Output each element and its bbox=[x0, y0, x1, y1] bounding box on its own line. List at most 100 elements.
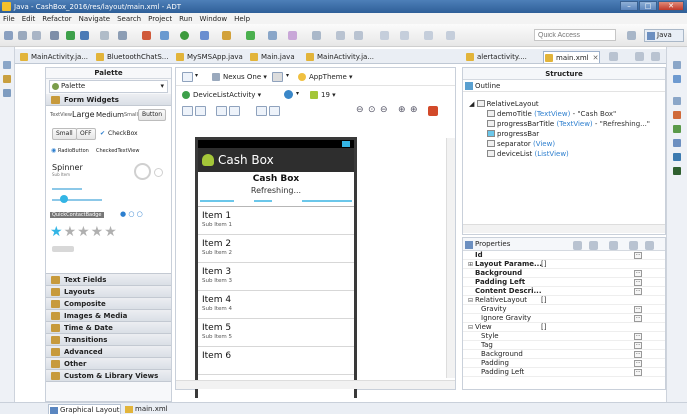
skip-breakpoints-icon[interactable] bbox=[160, 31, 169, 40]
property-row[interactable]: Background ··· bbox=[463, 350, 665, 359]
property-row[interactable]: Content Descri... ··· bbox=[463, 287, 665, 296]
property-row[interactable]: ⊟ View[] bbox=[463, 323, 665, 332]
tree-node-devicelist[interactable]: deviceList (ListView) bbox=[487, 150, 569, 159]
property-row[interactable]: Tag ··· bbox=[463, 341, 665, 350]
tab-mainactivity-2[interactable]: MainActivity.ja... bbox=[305, 51, 374, 63]
print-icon[interactable] bbox=[50, 31, 59, 40]
back-icon[interactable] bbox=[380, 31, 389, 40]
baseline-icon[interactable] bbox=[269, 106, 280, 116]
canvas-vertical-scrollbar[interactable] bbox=[446, 138, 455, 378]
config-icon[interactable] bbox=[182, 72, 193, 82]
new-android-project-icon[interactable] bbox=[118, 31, 127, 40]
task-list-icon[interactable] bbox=[673, 75, 681, 83]
logcat-icon[interactable] bbox=[673, 167, 681, 175]
progress-bar-title-text[interactable]: Refreshing... bbox=[198, 186, 354, 195]
edit-value-button[interactable]: ··· bbox=[634, 252, 642, 259]
tab-main-xml-source[interactable]: main.xml bbox=[124, 404, 168, 414]
edit-value-button[interactable]: ··· bbox=[634, 351, 642, 358]
property-row[interactable]: Ignore Gravity ··· bbox=[463, 314, 665, 323]
widget-button[interactable]: Button bbox=[138, 109, 167, 121]
tree-node-relativelayout[interactable]: ◢ RelativeLayout bbox=[469, 100, 539, 109]
property-row[interactable]: Padding Left ··· bbox=[463, 278, 665, 287]
menu-run[interactable]: Run bbox=[179, 15, 192, 23]
locale-globe-icon[interactable] bbox=[284, 90, 293, 99]
property-row[interactable]: Gravity ··· bbox=[463, 305, 665, 314]
menu-project[interactable]: Project bbox=[148, 15, 172, 23]
palette-category-transitions[interactable]: Transitions bbox=[46, 334, 171, 346]
open-task-icon[interactable] bbox=[288, 31, 297, 40]
restore-icon[interactable] bbox=[673, 61, 681, 69]
zoom-real-icon[interactable]: ⊙ bbox=[368, 105, 376, 115]
menu-file[interactable]: File bbox=[3, 15, 15, 23]
outline-tab[interactable]: Outline bbox=[463, 80, 665, 92]
run-icon[interactable] bbox=[180, 31, 189, 40]
edit-value-button[interactable]: ··· bbox=[634, 306, 642, 313]
zoom-out-icon[interactable]: ⊖ bbox=[380, 105, 388, 115]
tree-node-progressbartitle[interactable]: progressBarTitle (TextView) - "Refreshin… bbox=[487, 120, 650, 129]
widget-spinner[interactable]: Spinner bbox=[52, 163, 83, 172]
demo-title-text[interactable]: Cash Box bbox=[198, 174, 354, 184]
palette-category-time-date[interactable]: Time & Date bbox=[46, 322, 171, 334]
chevron-down-icon[interactable]: ▾ bbox=[195, 72, 198, 79]
maximize-button[interactable]: □ bbox=[639, 1, 657, 11]
problems-icon[interactable] bbox=[673, 111, 681, 119]
external-tools-icon[interactable] bbox=[222, 31, 231, 40]
edit-value-button[interactable]: ··· bbox=[634, 270, 642, 277]
orientation-icon[interactable] bbox=[272, 72, 283, 82]
save-icon[interactable] bbox=[18, 31, 27, 40]
widget-ratingbar[interactable]: ★★★★★ bbox=[50, 224, 118, 240]
device-list[interactable]: Item 1 Sub Item 1 Item 2 Sub Item 2 Item 3… bbox=[198, 207, 354, 375]
properties-tab[interactable]: Properties bbox=[463, 238, 665, 251]
widget-small-button[interactable]: Small bbox=[52, 128, 77, 140]
package-explorer-icon[interactable] bbox=[3, 75, 11, 83]
device-selector[interactable]: Nexus One ▾ bbox=[212, 70, 267, 84]
margins-icon[interactable] bbox=[216, 106, 227, 116]
edit-value-button[interactable]: ··· bbox=[634, 333, 642, 340]
run-last-icon[interactable] bbox=[200, 31, 209, 40]
tab-graphical-layout[interactable]: Graphical Layout bbox=[48, 404, 121, 414]
widget-progressbar-horizontal[interactable] bbox=[52, 188, 82, 190]
widget-switch[interactable] bbox=[52, 246, 74, 252]
zoom-100-icon[interactable]: ⊕ bbox=[410, 105, 418, 115]
expand-all-icon[interactable] bbox=[629, 241, 638, 250]
menu-refactor[interactable]: Refactor bbox=[42, 15, 71, 23]
android-sdk-icon[interactable] bbox=[66, 31, 75, 40]
tab-mysmsapp[interactable]: MySMSApp.java bbox=[175, 51, 243, 63]
pin-editor-icon[interactable] bbox=[424, 31, 433, 40]
forward-icon[interactable] bbox=[400, 31, 409, 40]
javadoc-icon[interactable] bbox=[673, 125, 681, 133]
restore-icon[interactable] bbox=[3, 61, 11, 69]
list-item[interactable]: Item 3 Sub Item 3 bbox=[198, 263, 354, 291]
close-tab-icon[interactable]: ✕ bbox=[593, 54, 599, 62]
widget-small-text[interactable]: Small bbox=[124, 112, 138, 118]
edit-value-button[interactable]: ··· bbox=[634, 342, 642, 349]
property-row[interactable]: ⊞ Layout Parame...[] bbox=[463, 260, 665, 269]
widget-progressbar-large[interactable] bbox=[134, 163, 151, 180]
open-perspective-icon[interactable] bbox=[627, 31, 636, 40]
prev-annotation-icon[interactable] bbox=[354, 31, 363, 40]
widget-quickcontactbadge[interactable]: QuickContactBadge bbox=[50, 212, 104, 218]
widget-medium-text[interactable]: Medium bbox=[96, 111, 124, 119]
widget-toggle-button[interactable]: OFF bbox=[76, 128, 96, 140]
maximize-editor-icon[interactable] bbox=[651, 52, 660, 61]
menu-help[interactable]: Help bbox=[234, 15, 250, 23]
minimize-button[interactable]: – bbox=[620, 1, 638, 11]
zoom-in-icon[interactable]: ⊕ bbox=[398, 105, 406, 115]
theme-selector[interactable]: AppTheme ▾ bbox=[298, 70, 353, 84]
menu-edit[interactable]: Edit bbox=[22, 15, 36, 23]
outline-horizontal-scrollbar[interactable] bbox=[463, 224, 665, 233]
widget-textview[interactable]: TextView bbox=[50, 112, 72, 118]
menu-search[interactable]: Search bbox=[117, 15, 141, 23]
palette-category-images-media[interactable]: Images & Media bbox=[46, 310, 171, 322]
palette-category-composite[interactable]: Composite bbox=[46, 298, 171, 310]
menu-window[interactable]: Window bbox=[200, 15, 228, 23]
widget-checked-textview[interactable]: CheckedTextView bbox=[96, 148, 139, 154]
palette-category-form-widgets[interactable]: Form Widgets bbox=[46, 94, 171, 106]
palette-category-layouts[interactable]: Layouts bbox=[46, 286, 171, 298]
tab-main-java[interactable]: Main.java bbox=[249, 51, 295, 63]
widget-checkbox[interactable]: CheckBox bbox=[108, 130, 138, 137]
property-row[interactable]: Padding Left ··· bbox=[463, 368, 665, 377]
last-edit-icon[interactable] bbox=[446, 31, 455, 40]
palette-combo[interactable]: Palette ▾ bbox=[49, 80, 168, 93]
search-icon[interactable] bbox=[312, 31, 321, 40]
